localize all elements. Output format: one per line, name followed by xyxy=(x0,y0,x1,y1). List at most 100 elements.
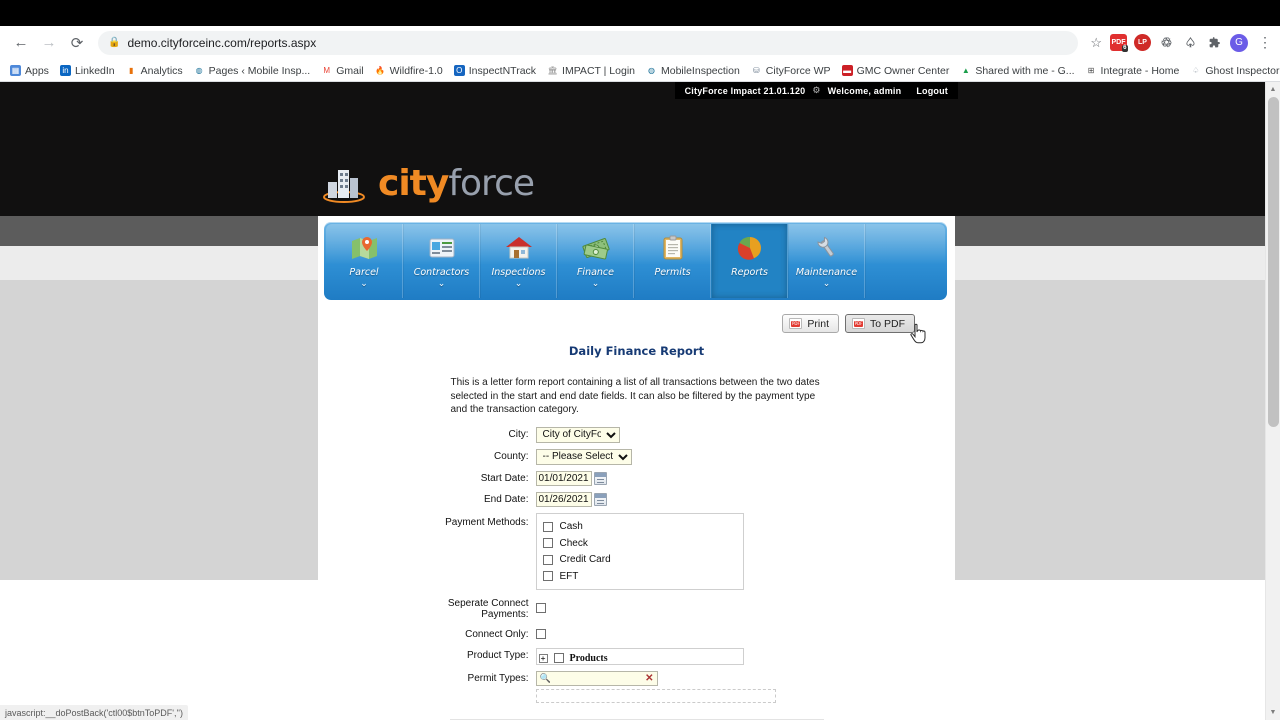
lock-icon: 🔒 xyxy=(108,37,121,48)
checkbox-label: Cash xyxy=(559,521,583,533)
checkbox-label: Check xyxy=(559,537,588,549)
nav-label: Parcel xyxy=(349,267,379,278)
gmail-icon: M xyxy=(321,65,333,76)
page-viewport: CityForce Impact 21.01.120 ⚙ Welcome, ad… xyxy=(0,82,1280,720)
calendar-icon[interactable] xyxy=(593,492,607,506)
product-version: CityForce Impact 21.01.120 xyxy=(684,85,806,96)
permit-types-search[interactable]: 🔍 ✕ xyxy=(535,670,658,686)
bookmark-gmail[interactable]: M Gmail xyxy=(316,63,368,79)
print-button[interactable]: PDF Print xyxy=(782,314,839,333)
scroll-down-arrow[interactable]: ▼ xyxy=(1266,705,1280,720)
logout-link[interactable]: Logout xyxy=(916,86,948,96)
start-date-input[interactable] xyxy=(535,470,592,486)
tree-expander-icon[interactable]: + xyxy=(538,653,548,663)
city-label: City: xyxy=(508,428,529,440)
lastpass-extension-icon[interactable]: LP xyxy=(1134,34,1151,51)
bookmark-linkedin[interactable]: in LinkedIn xyxy=(55,63,120,79)
bookmark-shared-with-me[interactable]: ▲ Shared with me - G... xyxy=(955,63,1079,79)
nav-item-parcel[interactable]: Parcel ⌄ xyxy=(326,224,403,298)
end-date-input[interactable] xyxy=(535,491,592,507)
browser-tab-strip[interactable] xyxy=(0,0,1280,26)
bookmark-analytics[interactable]: ▮ Analytics xyxy=(121,63,188,79)
nav-item-inspections[interactable]: Inspections ⌄ xyxy=(480,224,557,298)
checkbox-credit-card[interactable] xyxy=(542,554,553,565)
house-icon xyxy=(505,231,533,265)
nav-item-maintenance[interactable]: Maintenance ⌄ xyxy=(788,224,865,298)
permit-types-label: Permit Types: xyxy=(467,672,529,684)
forward-button[interactable]: → xyxy=(36,30,62,56)
bookmark-apps[interactable]: ▦ Apps xyxy=(5,63,54,79)
bookmark-label: GMC Owner Center xyxy=(856,64,950,77)
form-row-separate-connect: Seperate Connect Payments: xyxy=(424,594,850,623)
clear-x-icon[interactable]: ✕ xyxy=(645,673,653,684)
report-parameters-form: City: City of CityForce County: -- Pleas… xyxy=(422,423,852,707)
integrate-icon: ⊞ xyxy=(1085,65,1097,76)
bookmark-impact-login[interactable]: 🏛 IMPACT | Login xyxy=(542,63,640,79)
pdf-extension-icon[interactable]: PDF 6 xyxy=(1110,34,1128,52)
ghost-extension-icon[interactable]: ♤ xyxy=(1182,34,1199,51)
bookmark-label: Analytics xyxy=(140,64,183,77)
puzzle-extensions-icon[interactable] xyxy=(1206,34,1223,51)
browser-status-bar: javascript:__doPostBack('ctl00$btnToPDF'… xyxy=(0,705,188,720)
end-date-label: End Date: xyxy=(484,493,529,505)
permit-types-selection-box[interactable] xyxy=(535,688,776,703)
checkbox-connect-only[interactable] xyxy=(535,628,546,639)
bookmark-pages-mobile-insp[interactable]: ◍ Pages ‹ Mobile Insp... xyxy=(189,63,316,79)
profile-avatar[interactable]: G xyxy=(1230,33,1248,52)
chevron-down-icon: ⌄ xyxy=(514,278,523,288)
page-scrollbar[interactable]: ▲ ▼ xyxy=(1265,82,1280,720)
apps-grid-icon: ▦ xyxy=(10,65,21,76)
recycle-extension-icon[interactable]: ♲ xyxy=(1158,34,1175,51)
checkbox-eft[interactable] xyxy=(542,571,553,582)
county-select[interactable]: -- Please Select -- xyxy=(535,448,632,465)
gear-icon[interactable]: ⚙ xyxy=(812,85,820,96)
reload-button[interactable]: ⟳ xyxy=(64,30,90,56)
checkbox-row-eft[interactable]: EFT xyxy=(542,568,743,585)
brand-force: force xyxy=(448,162,535,204)
checkbox-separate-connect-payments[interactable] xyxy=(535,602,546,613)
checkbox-row-check[interactable]: Check xyxy=(542,535,743,552)
checkbox-cash[interactable] xyxy=(542,521,553,532)
bookmark-ghost-inspector[interactable]: ♤ Ghost Inspector xyxy=(1185,63,1280,79)
bookmark-label: IMPACT | Login xyxy=(562,64,635,77)
city-select[interactable]: City of CityForce xyxy=(535,426,620,443)
site-header-band: CityForce Impact 21.01.120 ⚙ Welcome, ad… xyxy=(0,82,1280,216)
nav-item-contractors[interactable]: Contractors ⌄ xyxy=(403,224,480,298)
checkbox-label: EFT xyxy=(559,570,579,582)
bookmark-gmc-owner-center[interactable]: ▬ GMC Owner Center xyxy=(837,63,955,79)
payment-methods-label: Payment Methods: xyxy=(445,516,529,528)
start-date-field-group xyxy=(535,470,607,486)
form-row-end-date: End Date: xyxy=(424,490,850,509)
checkbox-row-credit-card[interactable]: Credit Card xyxy=(542,552,743,569)
nav-item-finance[interactable]: Finance ⌄ xyxy=(557,224,634,298)
to-pdf-button-label: To PDF xyxy=(869,317,905,330)
site-logo[interactable]: cityforce xyxy=(322,162,535,204)
cityforce-icon: ⛁ xyxy=(750,65,762,76)
lastpass-extension-label: LP xyxy=(1138,39,1147,46)
checkbox-products[interactable] xyxy=(553,653,564,663)
checkbox-check[interactable] xyxy=(542,538,553,549)
bookmark-integrate-home[interactable]: ⊞ Integrate - Home xyxy=(1081,63,1185,79)
end-date-field-group xyxy=(535,491,607,507)
calendar-icon[interactable] xyxy=(593,471,607,485)
bookmark-star-icon[interactable]: ☆ xyxy=(1090,35,1102,51)
nav-item-permits[interactable]: Permits xyxy=(634,224,711,298)
brand-wordmark: cityforce xyxy=(378,162,535,204)
back-button[interactable]: ← xyxy=(8,30,34,56)
form-row-county: County: -- Please Select -- xyxy=(424,447,850,467)
nav-item-reports[interactable]: Reports xyxy=(711,224,788,298)
ghost-extension-label: ♤ xyxy=(1184,34,1197,50)
scrollbar-thumb[interactable] xyxy=(1268,97,1279,427)
address-bar[interactable]: 🔒 demo.cityforceinc.com/reports.aspx xyxy=(98,30,1079,55)
bookmark-mobileinspection[interactable]: ◍ MobileInspection xyxy=(641,63,745,79)
bookmark-cityforce-wp[interactable]: ⛁ CityForce WP xyxy=(746,63,836,79)
bookmark-inspectntrack[interactable]: O InspectNTrack xyxy=(449,63,541,79)
checkbox-row-cash[interactable]: Cash xyxy=(542,519,743,536)
bookmark-wildfire[interactable]: 🔥 Wildfire-1.0 xyxy=(370,63,448,79)
bookmark-label: Apps xyxy=(25,64,49,77)
wrench-icon xyxy=(813,231,841,265)
to-pdf-button[interactable]: PDF To PDF xyxy=(844,314,915,333)
kebab-menu-icon[interactable]: ⋮ xyxy=(1258,34,1272,51)
map-pin-icon xyxy=(350,231,378,265)
scroll-up-arrow[interactable]: ▲ xyxy=(1266,82,1280,97)
